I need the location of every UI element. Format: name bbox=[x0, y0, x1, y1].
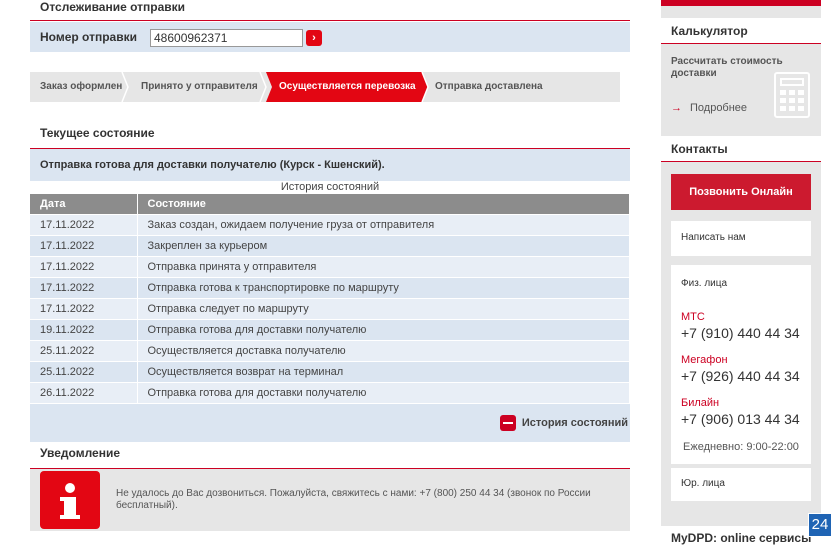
table-row: 25.11.2022 Осуществляется возврат на терм… bbox=[30, 360, 630, 382]
tracking-title: Отслеживание отправки bbox=[40, 0, 186, 14]
progress-steps: Заказ оформлен Принято у отправителя Осу… bbox=[30, 72, 620, 102]
operator-phone[interactable]: +7 (926) 440 44 34 bbox=[681, 368, 800, 384]
table-row: 17.11.2022 Отправка следует по маршруту bbox=[30, 297, 630, 319]
cell-date: 25.11.2022 bbox=[30, 360, 138, 382]
history-collapse-button[interactable]: История состояний bbox=[499, 415, 628, 431]
cell-state: Осуществляется возврат на терминал bbox=[137, 360, 630, 382]
cell-date: 17.11.2022 bbox=[30, 255, 138, 277]
minus-icon bbox=[499, 415, 516, 431]
mydpd-title: MyDPD: online сервисы bbox=[671, 531, 812, 545]
step-order-placed: Заказ оформлен bbox=[30, 72, 122, 102]
tracking-number-input[interactable] bbox=[150, 29, 303, 47]
history-toggle-bar: История состояний bbox=[30, 404, 630, 442]
cell-date: 17.11.2022 bbox=[30, 297, 138, 319]
calculator-more-link[interactable]: → Подробнее bbox=[671, 102, 747, 114]
notice-message: Не удалось до Вас дозвониться. Пожалуйст… bbox=[116, 488, 591, 511]
cell-date: 17.11.2022 bbox=[30, 234, 138, 256]
legal-entities-link[interactable]: Юр. лица bbox=[671, 468, 811, 501]
column-header-date: Дата bbox=[30, 194, 138, 214]
step-label: Принято у отправителя bbox=[141, 81, 258, 92]
step-accepted: Принято у отправителя bbox=[128, 72, 260, 102]
calculator-header: Калькулятор bbox=[661, 18, 821, 44]
more-label: Подробнее bbox=[690, 102, 748, 114]
contacts-title: Контакты bbox=[671, 142, 728, 156]
cell-date: 17.11.2022 bbox=[30, 276, 138, 298]
cell-state: Отправка готова для доставки получателю bbox=[137, 381, 630, 403]
notice-title: Уведомление bbox=[40, 446, 121, 460]
table-row: 17.11.2022 Отправка готова к транспортиро… bbox=[30, 276, 630, 298]
current-status-text: Отправка готова для доставки получателю … bbox=[40, 159, 385, 171]
cell-state: Отправка готова к транспортировке по мар… bbox=[137, 276, 630, 298]
working-hours: Ежедневно: 9:00-22:00 bbox=[683, 441, 799, 453]
cell-date: 26.11.2022 bbox=[30, 381, 138, 403]
column-header-state: Состояние bbox=[137, 194, 630, 214]
table-row: 19.11.2022 Отправка готова для доставки п… bbox=[30, 318, 630, 340]
table-row: 17.11.2022 Отправка принята у отправителя bbox=[30, 255, 630, 277]
table-row: 26.11.2022 Отправка готова для доставки п… bbox=[30, 381, 630, 403]
step-label: Осуществляется перевозка bbox=[279, 81, 416, 92]
cell-date: 19.11.2022 bbox=[30, 318, 138, 340]
cell-state: Осуществляется доставка получателю bbox=[137, 339, 630, 361]
calculator-block[interactable]: Рассчитать стоимость доставки → Подробнее bbox=[661, 44, 821, 122]
table-header-row: Дата Состояние bbox=[30, 194, 630, 214]
table-row: 17.11.2022 Заказ создан, ожидаем получени… bbox=[30, 213, 630, 235]
call-online-button[interactable]: Позвонить Онлайн bbox=[671, 174, 811, 210]
operator-phone[interactable]: +7 (910) 440 44 34 bbox=[681, 325, 800, 341]
info-icon bbox=[40, 471, 100, 529]
notice-box: Не удалось до Вас дозвониться. Пожалуйст… bbox=[30, 469, 630, 531]
step-label: Заказ оформлен bbox=[40, 81, 123, 92]
notice-header: Уведомление bbox=[30, 446, 630, 469]
cell-date: 17.11.2022 bbox=[30, 213, 138, 235]
current-status-box: Отправка готова для доставки получателю … bbox=[30, 149, 630, 181]
operator-name: МТС bbox=[681, 311, 705, 323]
current-state-title: Текущее состояние bbox=[40, 126, 155, 140]
cell-state: Закреплен за курьером bbox=[137, 234, 630, 256]
chat-24-badge[interactable]: 24 bbox=[808, 513, 832, 537]
write-us-link[interactable]: Написать нам bbox=[671, 221, 811, 256]
cell-state: Отправка готова для доставки получателю bbox=[137, 318, 630, 340]
step-separator bbox=[259, 72, 267, 102]
tracking-number-label: Номер отправки bbox=[40, 30, 137, 44]
arrow-right-icon: → bbox=[671, 102, 682, 114]
sidebar-top-bar bbox=[661, 0, 821, 6]
step-delivered: Отправка доставлена bbox=[428, 72, 620, 102]
title-divider bbox=[30, 20, 630, 21]
cell-state: Отправка следует по маршруту bbox=[137, 297, 630, 319]
cell-state: Заказ создан, ожидаем получение груза от… bbox=[137, 213, 630, 235]
table-row: 17.11.2022 Закреплен за курьером bbox=[30, 234, 630, 256]
mydpd-header: MyDPD: online сервисы bbox=[661, 526, 821, 545]
calculator-title: Калькулятор bbox=[671, 24, 748, 38]
phones-block: Физ. лица МТС +7 (910) 440 44 34 Мегафон… bbox=[671, 265, 811, 464]
operator-name: Билайн bbox=[681, 397, 720, 409]
chevron-right-icon[interactable]: › bbox=[306, 30, 322, 46]
step-in-transit: Осуществляется перевозка bbox=[272, 72, 422, 102]
tracking-number-bar: Номер отправки › bbox=[30, 22, 630, 52]
sidebar: Калькулятор Рассчитать стоимость доставк… bbox=[661, 0, 821, 545]
cell-state: Отправка принята у отправителя bbox=[137, 255, 630, 277]
operator-name: Мегафон bbox=[681, 354, 728, 366]
history-toggle-label: История состояний bbox=[521, 417, 628, 429]
current-state-header: Текущее состояние bbox=[30, 126, 630, 149]
step-label: Отправка доставлена bbox=[435, 81, 543, 92]
calculator-icon bbox=[774, 72, 810, 118]
history-caption: История состояний bbox=[280, 181, 380, 193]
cell-date: 25.11.2022 bbox=[30, 339, 138, 361]
table-row: 25.11.2022 Осуществляется доставка получа… bbox=[30, 339, 630, 361]
operator-phone[interactable]: +7 (906) 013 44 34 bbox=[681, 411, 800, 427]
history-table: Дата Состояние 17.11.2022 Заказ создан, о… bbox=[30, 194, 630, 403]
individuals-label: Физ. лица bbox=[681, 278, 728, 289]
contacts-header: Контакты bbox=[661, 136, 821, 162]
